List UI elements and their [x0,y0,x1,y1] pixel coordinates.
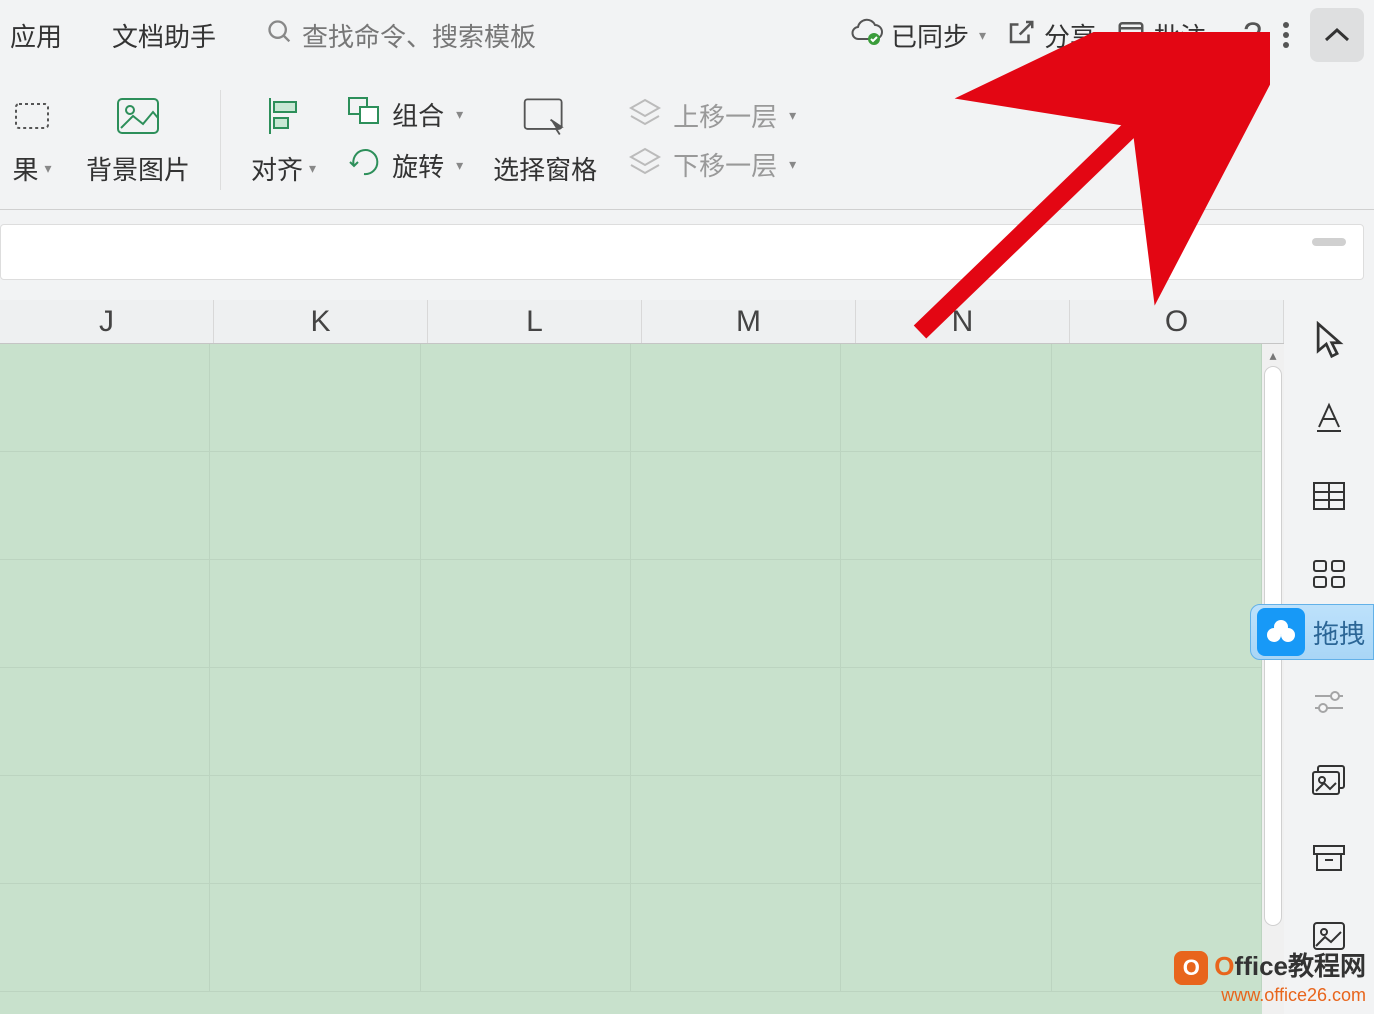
align-label: 对齐 [251,150,303,187]
effect-icon [8,92,56,140]
top-bar-left: 应用 文档助手 查找命令、搜索模板 [10,17,536,54]
scroll-up-arrow-icon[interactable]: ▴ [1262,344,1284,366]
spreadsheet-area: J K L M N O ▴ [0,300,1284,1014]
cloud-drag-tab[interactable]: 拖拽 [1250,604,1374,660]
col-header[interactable]: L [428,300,642,343]
watermark-url: www.office26.com [1174,985,1366,1006]
group-icon [346,95,382,134]
col-header[interactable]: N [856,300,1070,343]
sync-status-label: 已同步 [891,17,969,54]
more-menu-button[interactable] [1282,20,1290,50]
group-label: 组合 [392,96,444,133]
search-box[interactable]: 查找命令、搜索模板 [266,17,536,54]
settings-slider-button[interactable] [1307,680,1351,724]
cursor-icon [1312,321,1346,359]
archive-icon [1311,843,1347,873]
gallery-button[interactable] [1307,758,1351,802]
cloud-service-icon [1257,608,1305,656]
rotate-label: 旋转 [392,147,444,184]
chevron-down-icon: ▾ [309,160,316,177]
effect-label: 果 [12,150,38,187]
collapse-ribbon-button[interactable] [1310,8,1364,62]
chevron-down-icon: ▾ [1216,27,1223,44]
bg-image-button[interactable]: 背景图片 [86,92,190,187]
search-placeholder: 查找命令、搜索模板 [302,17,536,54]
chevron-down-icon: ▾ [789,156,796,173]
tab-app-use[interactable]: 应用 [10,17,62,54]
top-bar-right: 已同步 ▾ 分享 批注 ▾ ? [849,8,1364,62]
bg-image-label: 背景图片 [86,150,190,187]
separator [220,90,221,190]
text-a-icon [1311,401,1347,435]
column-headers: J K L M N O [0,300,1284,344]
cloud-synced-icon [849,17,883,54]
layer-down-icon [627,147,663,182]
table-button[interactable] [1307,474,1351,518]
watermark-title: ffice教程网 [1235,951,1366,981]
chevron-down-icon: ▾ [44,160,51,177]
rotate-icon [346,146,382,185]
comment-icon [1116,17,1146,54]
align-icon [260,92,308,140]
move-down-label: 下移一层 [673,146,777,183]
grid-body[interactable] [0,344,1262,1014]
tab-doc-assistant[interactable]: 文档助手 [112,17,216,54]
move-down-button[interactable]: 下移一层 ▾ [627,146,796,183]
move-up-label: 上移一层 [673,97,777,134]
effect-button[interactable]: 果▾ [8,92,56,187]
archive-button[interactable] [1307,836,1351,880]
align-button[interactable]: 对齐 ▾ [251,92,316,187]
formula-bar[interactable] [0,224,1364,280]
text-style-button[interactable] [1307,396,1351,440]
col-header[interactable]: O [1070,300,1284,343]
select-pane-icon [521,92,569,140]
cursor-tool-button[interactable] [1307,318,1351,362]
apps-button[interactable] [1307,552,1351,596]
chevron-down-icon: ▾ [789,107,796,124]
grid-apps-icon [1311,558,1347,590]
group-button[interactable]: 组合 ▾ [346,95,463,134]
top-bar: 应用 文档助手 查找命令、搜索模板 已同步 ▾ 分享 批注 [0,0,1374,70]
chevron-down-icon: ▾ [456,157,463,174]
gallery-icon [1310,763,1348,797]
share-icon [1006,17,1036,54]
layer-stack: 上移一层 ▾ 下移一层 ▾ [627,97,796,183]
watermark: OOffice教程网 www.office26.com [1174,946,1366,1006]
table-icon [1311,480,1347,512]
comments-button[interactable]: 批注 ▾ [1116,17,1223,54]
share-button[interactable]: 分享 [1006,17,1096,54]
layer-up-icon [627,98,663,133]
search-icon [266,18,294,53]
select-pane-button[interactable]: 选择窗格 [493,92,597,187]
comments-label: 批注 [1154,17,1206,54]
chevron-down-icon: ▾ [456,106,463,123]
image-icon [114,92,162,140]
col-header[interactable]: J [0,300,214,343]
group-rotate-stack: 组合 ▾ 旋转 ▾ [346,95,463,185]
col-header[interactable]: M [642,300,856,343]
watermark-o: O [1214,951,1234,981]
watermark-badge-icon: O [1174,951,1208,985]
ribbon-toolbar: 果▾ 背景图片 对齐▾ 组合 ▾ 旋转 ▾ [0,70,1374,210]
sliders-icon [1311,688,1347,716]
grid-wrapper: J K L M N O ▴ [0,300,1284,1014]
rotate-button[interactable]: 旋转 ▾ [346,146,463,185]
drag-tab-label: 拖拽 [1313,614,1365,651]
more-vertical-icon [1282,20,1290,50]
share-label: 分享 [1044,17,1096,54]
help-button[interactable]: ? [1243,16,1262,55]
col-header[interactable]: K [214,300,428,343]
chevron-down-icon: ▾ [979,27,986,44]
chevron-up-icon [1322,25,1352,45]
sync-status[interactable]: 已同步 ▾ [849,17,986,54]
move-up-button[interactable]: 上移一层 ▾ [627,97,796,134]
vertical-scrollbar[interactable]: ▴ [1262,344,1284,1014]
select-pane-label: 选择窗格 [493,150,597,187]
